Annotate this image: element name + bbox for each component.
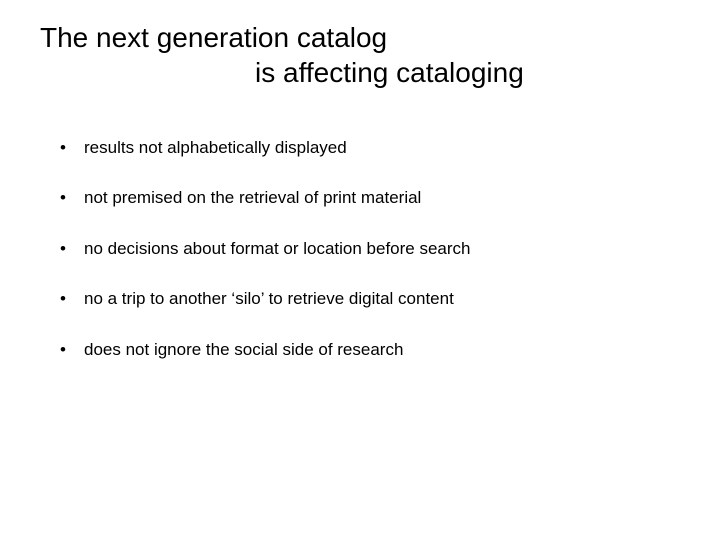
bullet-text: not premised on the retrieval of print m…	[84, 188, 421, 207]
title-line-1: The next generation catalog	[40, 20, 680, 55]
bullet-list: results not alphabetically displayed not…	[40, 138, 680, 360]
title-line-2: is affecting cataloging	[40, 55, 680, 90]
list-item: no a trip to another ‘silo’ to retrieve …	[60, 289, 680, 309]
slide: The next generation catalog is affecting…	[0, 0, 720, 540]
list-item: not premised on the retrieval of print m…	[60, 188, 680, 208]
list-item: does not ignore the social side of resea…	[60, 340, 680, 360]
bullet-text: does not ignore the social side of resea…	[84, 340, 403, 359]
bullet-text: results not alphabetically displayed	[84, 138, 347, 157]
list-item: no decisions about format or location be…	[60, 239, 680, 259]
list-item: results not alphabetically displayed	[60, 138, 680, 158]
slide-title: The next generation catalog is affecting…	[40, 20, 680, 90]
bullet-text: no decisions about format or location be…	[84, 239, 471, 258]
bullet-text: no a trip to another ‘silo’ to retrieve …	[84, 289, 454, 308]
